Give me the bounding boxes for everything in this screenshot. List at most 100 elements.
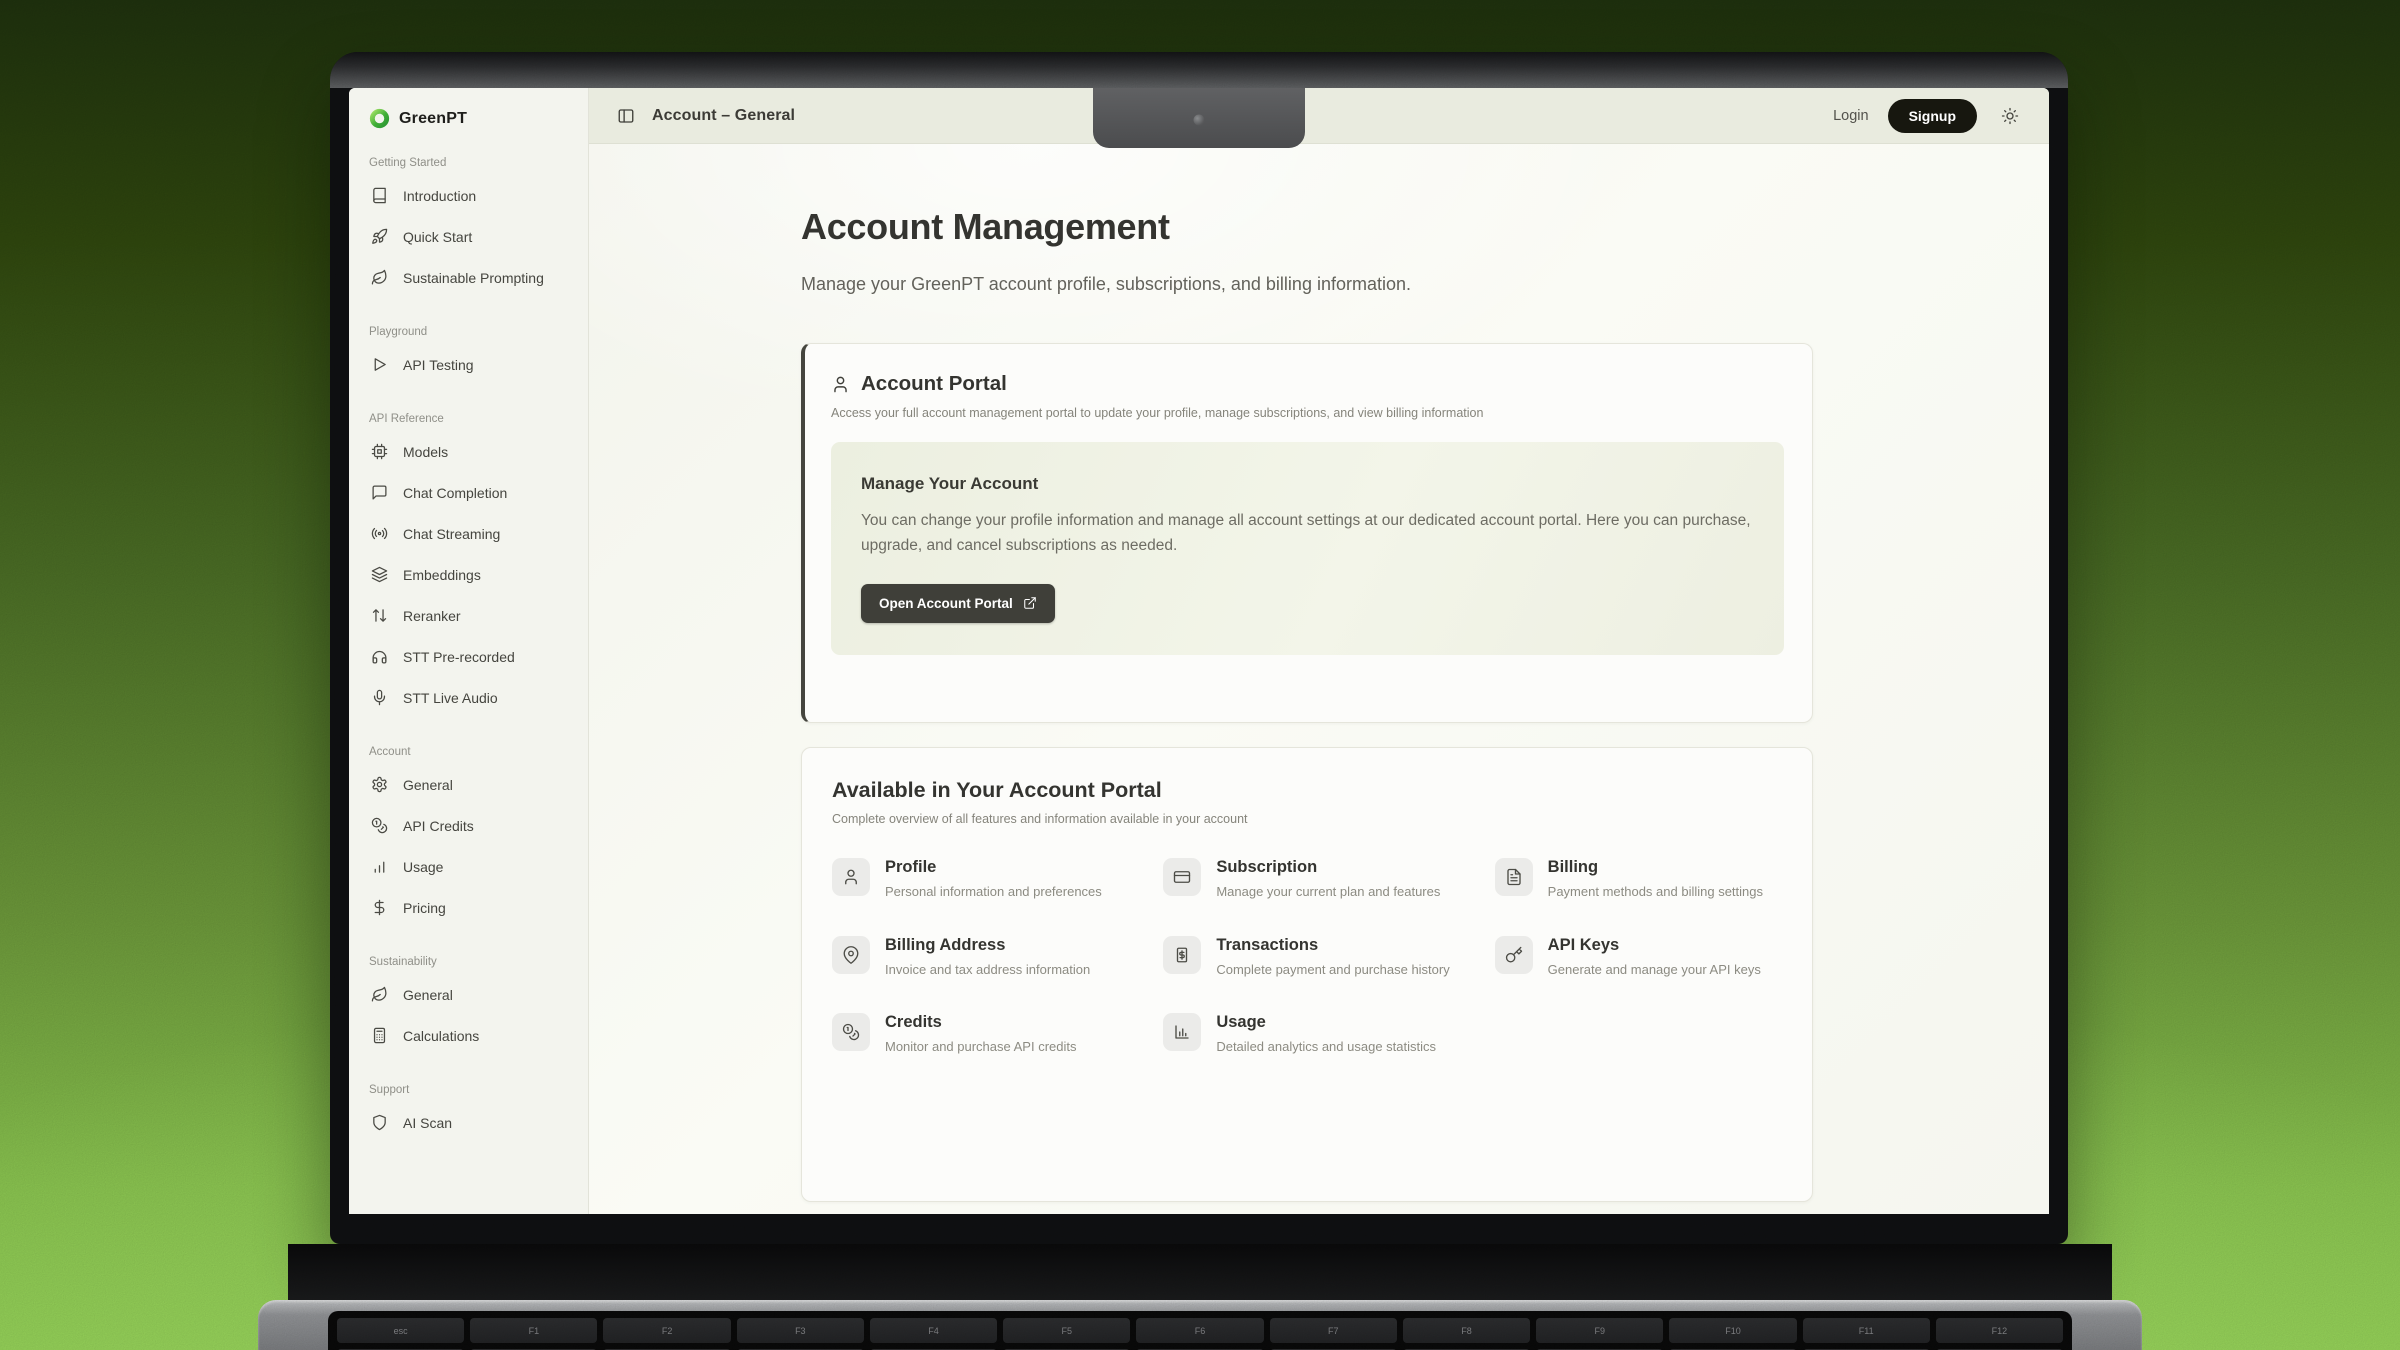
feature-description: Manage your current plan and features xyxy=(1216,882,1440,902)
feature-item-credits: Credits Monitor and purchase API credits xyxy=(832,1013,1119,1057)
account-portal-title: Account Portal xyxy=(861,372,1007,396)
feature-item-api-keys: API KeysGenerate and manage your API key… xyxy=(1495,936,1782,980)
open-account-portal-label: Open Account Portal xyxy=(879,596,1013,611)
desktop-background: GreenPT Getting StartedIntroductionQuick… xyxy=(0,0,2400,1350)
page-subtitle: Manage your GreenPT account profile, sub… xyxy=(801,274,2049,295)
sidebar-item-introduction[interactable]: Introduction xyxy=(369,175,570,216)
sidebar-item-stt-live-audio[interactable]: STT Live Audio xyxy=(369,677,570,718)
feature-description: Complete payment and purchase history xyxy=(1216,960,1449,980)
keyboard-key-esc: esc xyxy=(337,1318,464,1343)
sidebar-item-embeddings[interactable]: Embeddings xyxy=(369,554,570,595)
portal-features-card: Available in Your Account Portal Complet… xyxy=(801,747,1813,1202)
greenpt-logo-icon xyxy=(369,108,390,129)
user-icon xyxy=(832,858,870,896)
chat-icon xyxy=(371,484,388,501)
sidebar-item-reranker[interactable]: Reranker xyxy=(369,595,570,636)
signup-button[interactable]: Signup xyxy=(1888,99,1977,133)
sidebar-item-general[interactable]: General xyxy=(369,974,570,1015)
feature-description: Invoice and tax address information xyxy=(885,960,1090,980)
webcam xyxy=(1194,115,1205,126)
laptop-top-bezel xyxy=(330,52,2068,88)
leaf-icon xyxy=(371,986,388,1003)
feature-title: Subscription xyxy=(1216,858,1440,877)
account-portal-header: Account Portal xyxy=(831,372,1784,396)
sidebar-item-general[interactable]: General xyxy=(369,764,570,805)
credit-card-icon xyxy=(1163,858,1201,896)
content-pane: Account – General Login Signup Account M… xyxy=(589,88,2049,1214)
sidebar-item-label: General xyxy=(403,777,453,793)
broadcast-icon xyxy=(371,525,388,542)
laptop-keyboard: escF1F2F3F4F5F6F7F8F9F10F11F12`123456789… xyxy=(328,1311,2072,1350)
sidebar-item-label: Reranker xyxy=(403,608,461,624)
features-title: Available in Your Account Portal xyxy=(832,778,1782,803)
coins-icon xyxy=(371,817,388,834)
map-pin-icon xyxy=(832,936,870,974)
sidebar-item-stt-pre-recorded[interactable]: STT Pre-recorded xyxy=(369,636,570,677)
external-link-icon xyxy=(1023,596,1037,610)
mic-icon xyxy=(371,689,388,706)
feature-title: Credits xyxy=(885,1013,1077,1032)
sidebar-item-api-credits[interactable]: API Credits xyxy=(369,805,570,846)
laptop-base: escF1F2F3F4F5F6F7F8F9F10F11F12`123456789… xyxy=(258,1244,2142,1350)
keyboard-key-f7: F7 xyxy=(1270,1318,1397,1343)
laptop-keyboard-deck: escF1F2F3F4F5F6F7F8F9F10F11F12`123456789… xyxy=(258,1300,2142,1350)
sidebar-item-sustainable-prompting[interactable]: Sustainable Prompting xyxy=(369,257,570,298)
features-subtitle: Complete overview of all features and in… xyxy=(832,812,1782,826)
feature-title: Billing Address xyxy=(885,936,1090,955)
play-icon xyxy=(371,356,388,373)
sidebar-item-label: API Credits xyxy=(403,818,474,834)
keyboard-key-f5: F5 xyxy=(1003,1318,1130,1343)
feature-description: Generate and manage your API keys xyxy=(1548,960,1761,980)
feature-text: UsageDetailed analytics and usage statis… xyxy=(1216,1013,1436,1057)
main-content: Account Management Manage your GreenPT a… xyxy=(589,144,2049,1214)
keyboard-key-f11: F11 xyxy=(1803,1318,1930,1343)
sidebar-item-usage[interactable]: Usage xyxy=(369,846,570,887)
sidebar-item-label: Models xyxy=(403,444,448,460)
sidebar-item-pricing[interactable]: Pricing xyxy=(369,887,570,928)
keyboard-key-f12: F12 xyxy=(1936,1318,2063,1343)
dollar-icon xyxy=(371,899,388,916)
sidebar-item-models[interactable]: Models xyxy=(369,431,570,472)
sidebar-item-ai-scan[interactable]: AI Scan xyxy=(369,1102,570,1143)
feature-text: Transactions Complete payment and purchas… xyxy=(1216,936,1449,980)
features-grid: ProfilePersonal information and preferen… xyxy=(832,858,1782,1057)
chart-icon xyxy=(1163,1013,1201,1051)
sidebar-item-api-testing[interactable]: API Testing xyxy=(369,344,570,385)
sun-icon[interactable] xyxy=(2001,107,2019,125)
sidebar-item-chat-completion[interactable]: Chat Completion xyxy=(369,472,570,513)
open-account-portal-button[interactable]: Open Account Portal xyxy=(861,584,1055,623)
sidebar-sections: Getting StartedIntroductionQuick StartSu… xyxy=(369,157,570,1143)
feature-description: Monitor and purchase API credits xyxy=(885,1037,1077,1057)
chart-icon xyxy=(371,858,388,875)
app-logo-label: GreenPT xyxy=(399,110,467,128)
sidebar-item-calculations[interactable]: Calculations xyxy=(369,1015,570,1056)
sidebar-section-label-sustainability: Sustainability xyxy=(369,956,570,968)
rocket-icon xyxy=(371,228,388,245)
laptop-screen-bezel: GreenPT Getting StartedIntroductionQuick… xyxy=(330,52,2068,1244)
login-button[interactable]: Login xyxy=(1833,108,1868,124)
keyboard-key-f3: F3 xyxy=(737,1318,864,1343)
sort-icon xyxy=(371,607,388,624)
app-window: GreenPT Getting StartedIntroductionQuick… xyxy=(349,88,2049,1214)
shield-icon xyxy=(371,1114,388,1131)
app-logo[interactable]: GreenPT xyxy=(369,108,570,129)
sidebar-item-chat-streaming[interactable]: Chat Streaming xyxy=(369,513,570,554)
sidebar-item-label: Chat Streaming xyxy=(403,526,500,542)
sidebar-item-label: Embeddings xyxy=(403,567,481,583)
sidebar-item-label: STT Live Audio xyxy=(403,690,498,706)
feature-title: Profile xyxy=(885,858,1102,877)
layers-icon xyxy=(371,566,388,583)
sidebar-item-label: Calculations xyxy=(403,1028,479,1044)
panel-left-icon[interactable] xyxy=(617,107,635,125)
feature-title: Billing xyxy=(1548,858,1763,877)
account-portal-subtitle: Access your full account management port… xyxy=(831,406,1784,420)
receipt-icon xyxy=(1163,936,1201,974)
manage-account-body: You can change your profile information … xyxy=(861,509,1754,559)
sidebar-item-label: General xyxy=(403,987,453,1003)
keyboard-key-f2: F2 xyxy=(603,1318,730,1343)
sidebar-item-quick-start[interactable]: Quick Start xyxy=(369,216,570,257)
feature-title: Transactions xyxy=(1216,936,1449,955)
sidebar: GreenPT Getting StartedIntroductionQuick… xyxy=(349,88,589,1214)
feature-item-subscription: Subscription Manage your current plan and… xyxy=(1163,858,1450,902)
manage-account-title: Manage Your Account xyxy=(861,474,1754,494)
